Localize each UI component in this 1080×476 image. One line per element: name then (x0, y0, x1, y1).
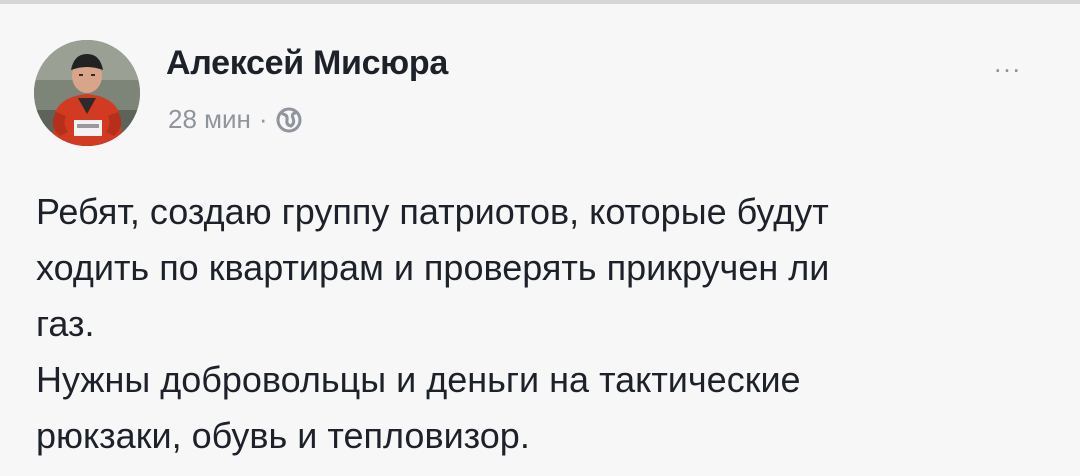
post-text-line: рюкзаки, обувь и тепловизор. (36, 415, 530, 456)
post-text-line: газ. (36, 303, 95, 344)
globe-icon[interactable] (274, 105, 304, 135)
post-card: Алексей Мисюра 28 мин · ... Ребят, созда… (0, 4, 1080, 476)
author-avatar[interactable] (34, 40, 140, 146)
avatar-photo (34, 40, 140, 146)
post-text-line: Ребят, создаю группу патриотов, которые … (36, 191, 829, 232)
author-name[interactable]: Алексей Мисюра (166, 44, 448, 83)
post-meta: 28 мин · (168, 104, 304, 135)
meta-separator: · (258, 104, 268, 134)
post-text-line: ходить по квартирам и проверять прикруче… (36, 247, 830, 288)
more-options-button[interactable]: ... (978, 48, 1038, 78)
post-time[interactable]: 28 мин (168, 104, 251, 135)
post-text-line: Нужны добровольцы и деньги на тактически… (36, 359, 801, 400)
post-text: Ребят, создаю группу патриотов, которые … (36, 184, 1056, 464)
